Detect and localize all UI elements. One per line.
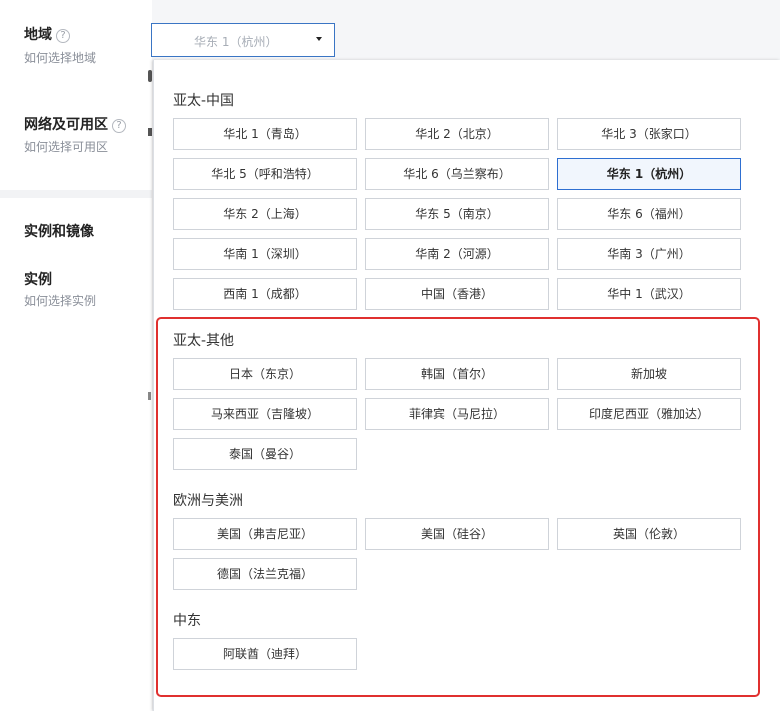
hidden-control-edge [148,392,151,400]
region-group-title: 欧洲与美洲 [173,493,243,509]
network-label: 网络及可用区? [24,114,126,134]
instance-label: 实例 [24,272,52,288]
caret-down-icon [316,37,322,41]
region-group-title: 中东 [173,613,201,629]
section-divider [0,190,152,198]
region-help-link[interactable]: 如何选择地域 [24,49,96,66]
instance-help-link[interactable]: 如何选择实例 [24,292,96,309]
region-option-button[interactable]: 印度尼西亚（雅加达） [557,398,741,430]
region-option-button[interactable]: 西南 1（成都） [173,278,357,310]
region-option-button[interactable]: 英国（伦敦） [557,518,741,550]
region-option-button[interactable]: 德国（法兰克福） [173,558,357,590]
region-option-button[interactable]: 美国（硅谷） [365,518,549,550]
region-option-button[interactable]: 华东 6（福州） [557,198,741,230]
region-option-button[interactable]: 华南 1（深圳） [173,238,357,270]
network-label-text: 网络及可用区 [24,117,108,133]
question-icon[interactable]: ? [56,29,70,43]
instance-section-label: 实例和镜像 [24,224,94,240]
region-option-button[interactable]: 华东 1（杭州） [557,158,741,190]
network-help-link[interactable]: 如何选择可用区 [24,138,108,155]
region-option-button[interactable]: 阿联酋（迪拜） [173,638,357,670]
region-group-title: 亚太-中国 [173,93,235,109]
region-option-button[interactable]: 华北 2（北京） [365,118,549,150]
question-icon[interactable]: ? [112,119,126,133]
region-option-button[interactable]: 华中 1（武汉） [557,278,741,310]
hidden-control-edge [148,128,152,136]
region-option-button[interactable]: 华北 1（青岛） [173,118,357,150]
region-option-button[interactable]: 美国（弗吉尼亚） [173,518,357,550]
region-select-value: 华东 1（杭州） [194,35,278,49]
region-option-button[interactable]: 华北 3（张家口） [557,118,741,150]
region-option-button[interactable]: 泰国（曼谷） [173,438,357,470]
region-option-button[interactable]: 华南 2（河源） [365,238,549,270]
region-option-button[interactable]: 新加坡 [557,358,741,390]
region-option-button[interactable]: 中国（香港） [365,278,549,310]
region-option-button[interactable]: 华东 2（上海） [173,198,357,230]
region-option-button[interactable]: 华东 5（南京） [365,198,549,230]
hidden-control-edge [148,70,152,82]
region-label-text: 地域 [24,27,52,43]
region-label: 地域? [24,24,70,44]
region-dropdown-panel: 亚太-中国华北 1（青岛） 华北 2（北京） 华北 3（张家口） 华北 5（呼和浩特）… [153,60,780,711]
region-option-button[interactable]: 马来西亚（吉隆坡） [173,398,357,430]
region-option-button[interactable]: 菲律宾（马尼拉） [365,398,549,430]
region-option-button[interactable]: 华北 5（呼和浩特） [173,158,357,190]
form-label-column [0,0,152,711]
region-group-title: 亚太-其他 [173,333,235,349]
region-option-button[interactable]: 华北 6（乌兰察布） [365,158,549,190]
region-option-button[interactable]: 华南 3（广州） [557,238,741,270]
region-option-button[interactable]: 韩国（首尔） [365,358,549,390]
region-option-button[interactable]: 日本（东京） [173,358,357,390]
region-select[interactable]: 华东 1（杭州） [151,23,335,57]
